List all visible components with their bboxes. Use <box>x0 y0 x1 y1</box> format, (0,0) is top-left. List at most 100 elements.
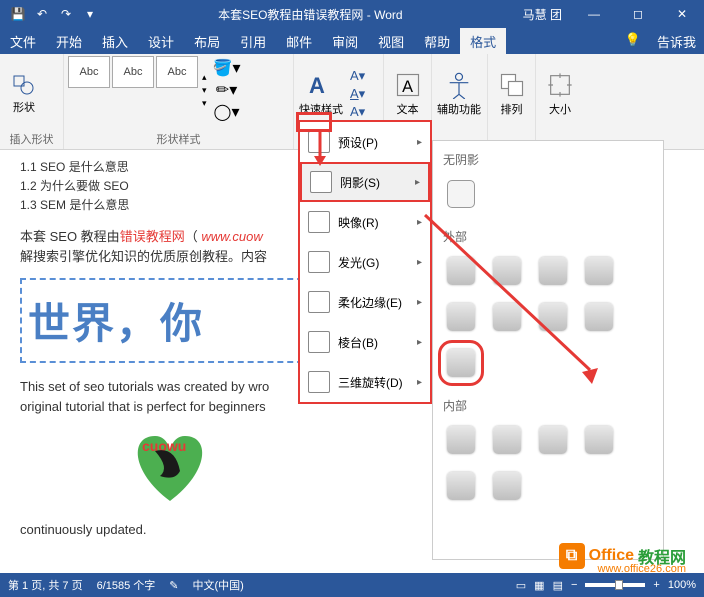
shadow-option[interactable] <box>585 257 613 285</box>
shadow-gallery: 无阴影 外部 内部 <box>432 140 664 560</box>
text-fill-icon[interactable]: A▾ <box>350 68 365 84</box>
window-title: 本套SEO教程由错误教程网 - Word <box>108 6 513 23</box>
arrange-button[interactable]: 排列 <box>492 64 531 124</box>
chevron-right-icon: ▸ <box>415 177 420 188</box>
chevron-right-icon: ▸ <box>417 217 422 228</box>
shadow-option[interactable] <box>585 426 613 454</box>
lightbulb-icon[interactable]: 💡 <box>617 32 649 51</box>
shapes-button[interactable]: 形状 <box>4 64 44 124</box>
status-bar: 第 1 页, 共 7 页 6/1585 个字 ✎ 中文(中国) ▭ ▦ ▤ − … <box>0 573 704 597</box>
section-outer: 外部 <box>443 228 657 245</box>
shadow-option[interactable] <box>447 472 475 500</box>
shadow-option[interactable] <box>539 257 567 285</box>
redo-icon[interactable]: ↷ <box>56 4 76 24</box>
help-area: 💡 告诉我 <box>617 32 704 51</box>
tab-review[interactable]: 审阅 <box>322 28 368 54</box>
shape-style-preset[interactable]: Abc <box>156 56 198 88</box>
gallery-more-icon[interactable]: ▾ <box>202 98 207 109</box>
menu-item-3d-rotation[interactable]: 三维旋转(D)▸ <box>300 362 430 402</box>
tab-help[interactable]: 帮助 <box>414 28 460 54</box>
tell-me[interactable]: 告诉我 <box>649 32 704 51</box>
shadow-option[interactable] <box>585 303 613 331</box>
shadow-option[interactable] <box>447 257 475 285</box>
window-controls: — ◻ ✕ <box>572 0 704 28</box>
tab-file[interactable]: 文件 <box>0 28 46 54</box>
menu-item-shadow[interactable]: 阴影(S)▸ <box>300 162 430 202</box>
view-web-icon[interactable]: ▤ <box>553 579 563 592</box>
watermark-url: www.office26.com <box>598 563 686 575</box>
shape-fill-icon[interactable]: 🪣▾ <box>213 58 241 78</box>
chevron-right-icon: ▸ <box>417 337 422 348</box>
tab-references[interactable]: 引用 <box>230 28 276 54</box>
annotation-red-box-trigger <box>296 112 332 132</box>
shape-style-preset[interactable]: Abc <box>112 56 154 88</box>
gallery-down-icon[interactable]: ▾ <box>202 85 207 96</box>
undo-icon[interactable]: ↶ <box>32 4 52 24</box>
group-label-shape-styles: 形状样式 <box>68 131 289 147</box>
menu-item-bevel[interactable]: 棱台(B)▸ <box>300 322 430 362</box>
zoom-slider[interactable] <box>585 583 645 587</box>
heart-image[interactable]: cuowu <box>120 426 220 506</box>
text-button[interactable]: A 文本 <box>388 64 427 124</box>
tab-design[interactable]: 设计 <box>138 28 184 54</box>
view-read-icon[interactable]: ▭ <box>516 579 526 592</box>
minimize-icon[interactable]: — <box>572 0 616 28</box>
tab-home[interactable]: 开始 <box>46 28 92 54</box>
view-print-icon[interactable]: ▦ <box>534 579 544 592</box>
menu-item-glow[interactable]: 发光(G)▸ <box>300 242 430 282</box>
user-name[interactable]: 马慧 团 <box>513 6 572 23</box>
group-label-insert-shape: 插入形状 <box>4 131 59 147</box>
watermark: ⧉ Office教程网 www.office26.com <box>559 543 686 569</box>
shadow-option[interactable] <box>539 303 567 331</box>
shape-effects-icon[interactable]: ◯▾ <box>214 102 240 122</box>
shape-outline-icon[interactable]: ✏▾ <box>216 80 237 100</box>
shadow-option-none[interactable] <box>447 180 475 208</box>
shadow-option-highlighted[interactable] <box>447 349 475 377</box>
shadow-option[interactable] <box>447 303 475 331</box>
text-effects-icon[interactable]: A▾ <box>350 104 365 120</box>
status-proofing-icon[interactable]: ✎ <box>169 579 178 592</box>
menu-item-reflection[interactable]: 映像(R)▸ <box>300 202 430 242</box>
zoom-value[interactable]: 100% <box>668 579 696 591</box>
gallery-up-icon[interactable]: ▴ <box>202 72 207 83</box>
shadow-option[interactable] <box>493 303 521 331</box>
qat-more-icon[interactable]: ▾ <box>80 4 100 24</box>
zoom-in-icon[interactable]: + <box>653 579 659 591</box>
svg-text:A: A <box>309 73 325 98</box>
tab-mailings[interactable]: 邮件 <box>276 28 322 54</box>
text-label: 文本 <box>397 101 419 117</box>
tab-insert[interactable]: 插入 <box>92 28 138 54</box>
accessibility-button[interactable]: 辅助功能 <box>436 64 482 124</box>
status-page[interactable]: 第 1 页, 共 7 页 <box>8 577 83 593</box>
shadow-option[interactable] <box>493 257 521 285</box>
shadow-option[interactable] <box>493 472 521 500</box>
quick-access-toolbar: 💾 ↶ ↷ ▾ <box>0 4 108 24</box>
group-insert-shape: 形状 插入形状 <box>0 54 64 149</box>
maximize-icon[interactable]: ◻ <box>616 0 660 28</box>
watermark-logo-icon: ⧉ <box>559 543 585 569</box>
tab-format[interactable]: 格式 <box>460 28 506 54</box>
chevron-right-icon: ▸ <box>417 257 422 268</box>
shadow-option[interactable] <box>447 426 475 454</box>
group-arrange: 排列 <box>488 54 536 149</box>
shape-style-preset[interactable]: Abc <box>68 56 110 88</box>
menu-item-soft-edges[interactable]: 柔化边缘(E)▸ <box>300 282 430 322</box>
section-no-shadow: 无阴影 <box>443 151 657 168</box>
text-outline-icon[interactable]: A▾ <box>350 86 365 102</box>
shapes-label: 形状 <box>13 99 35 115</box>
shadow-option[interactable] <box>493 426 521 454</box>
chevron-right-icon: ▸ <box>417 297 422 308</box>
status-language[interactable]: 中文(中国) <box>193 577 244 593</box>
ribbon-tabs: 文件 开始 插入 设计 布局 引用 邮件 审阅 视图 帮助 格式 💡 告诉我 <box>0 28 704 54</box>
close-icon[interactable]: ✕ <box>660 0 704 28</box>
zoom-out-icon[interactable]: − <box>571 579 577 591</box>
group-accessibility: 辅助功能 <box>432 54 488 149</box>
tab-layout[interactable]: 布局 <box>184 28 230 54</box>
save-icon[interactable]: 💾 <box>8 4 28 24</box>
status-words[interactable]: 6/1585 个字 <box>97 577 156 593</box>
shadow-option[interactable] <box>539 426 567 454</box>
tab-view[interactable]: 视图 <box>368 28 414 54</box>
paragraph: continuously updated. <box>20 520 412 540</box>
size-button[interactable]: 大小 <box>540 64 580 124</box>
shape-effects-menu: 预设(P)▸ 阴影(S)▸ 映像(R)▸ 发光(G)▸ 柔化边缘(E)▸ 棱台(… <box>298 120 432 404</box>
